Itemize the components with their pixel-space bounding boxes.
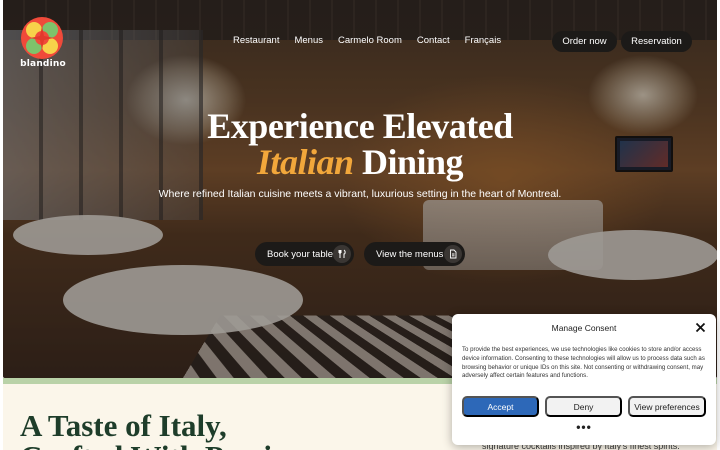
nav-contact[interactable]: Contact — [417, 35, 450, 46]
main-nav: Restaurant Menus Carmelo Room Contact Fr… — [233, 35, 501, 46]
section-title: A Taste of Italy, Crafted With Passion — [20, 410, 305, 450]
section-title-line2: Crafted With Passion — [20, 441, 305, 450]
more-options-icon[interactable]: ••• — [452, 420, 716, 434]
headline-line1: Experience Elevated — [207, 106, 513, 146]
hero-headline: Experience Elevated Italian Dining — [0, 108, 720, 180]
flower-cross-logo-icon — [21, 17, 63, 59]
headline-rest: Dining — [353, 142, 464, 182]
headline-accent: Italian — [256, 142, 354, 182]
brand-name: blandino — [20, 59, 66, 69]
document-icon — [444, 245, 462, 263]
logo-link[interactable]: blandino — [18, 16, 68, 72]
order-now-button[interactable]: Order now — [552, 31, 617, 52]
cutlery-icon — [333, 245, 351, 263]
close-icon[interactable] — [695, 322, 706, 333]
view-menus-button[interactable]: View the menus — [364, 242, 465, 266]
book-table-button[interactable]: Book your table — [255, 242, 354, 266]
consent-body: To provide the best experiences, we use … — [462, 346, 705, 380]
section-title-line1: A Taste of Italy, — [20, 408, 227, 443]
view-menus-label: View the menus — [376, 248, 444, 260]
consent-title: Manage Consent — [551, 323, 617, 333]
nav-carmelo-room[interactable]: Carmelo Room — [338, 35, 402, 46]
nav-language-toggle[interactable]: Français — [465, 35, 501, 46]
nav-restaurant[interactable]: Restaurant — [233, 35, 279, 46]
nav-menus[interactable]: Menus — [294, 35, 323, 46]
deny-button[interactable]: Deny — [545, 396, 622, 417]
accept-button[interactable]: Accept — [462, 396, 539, 417]
view-preferences-button[interactable]: View preferences — [628, 396, 706, 417]
consent-dialog: Manage Consent To provide the best exper… — [452, 314, 716, 445]
book-table-label: Book your table — [267, 248, 334, 260]
hero-subline: Where refined Italian cuisine meets a vi… — [158, 188, 562, 200]
reservation-button[interactable]: Reservation — [621, 31, 692, 52]
